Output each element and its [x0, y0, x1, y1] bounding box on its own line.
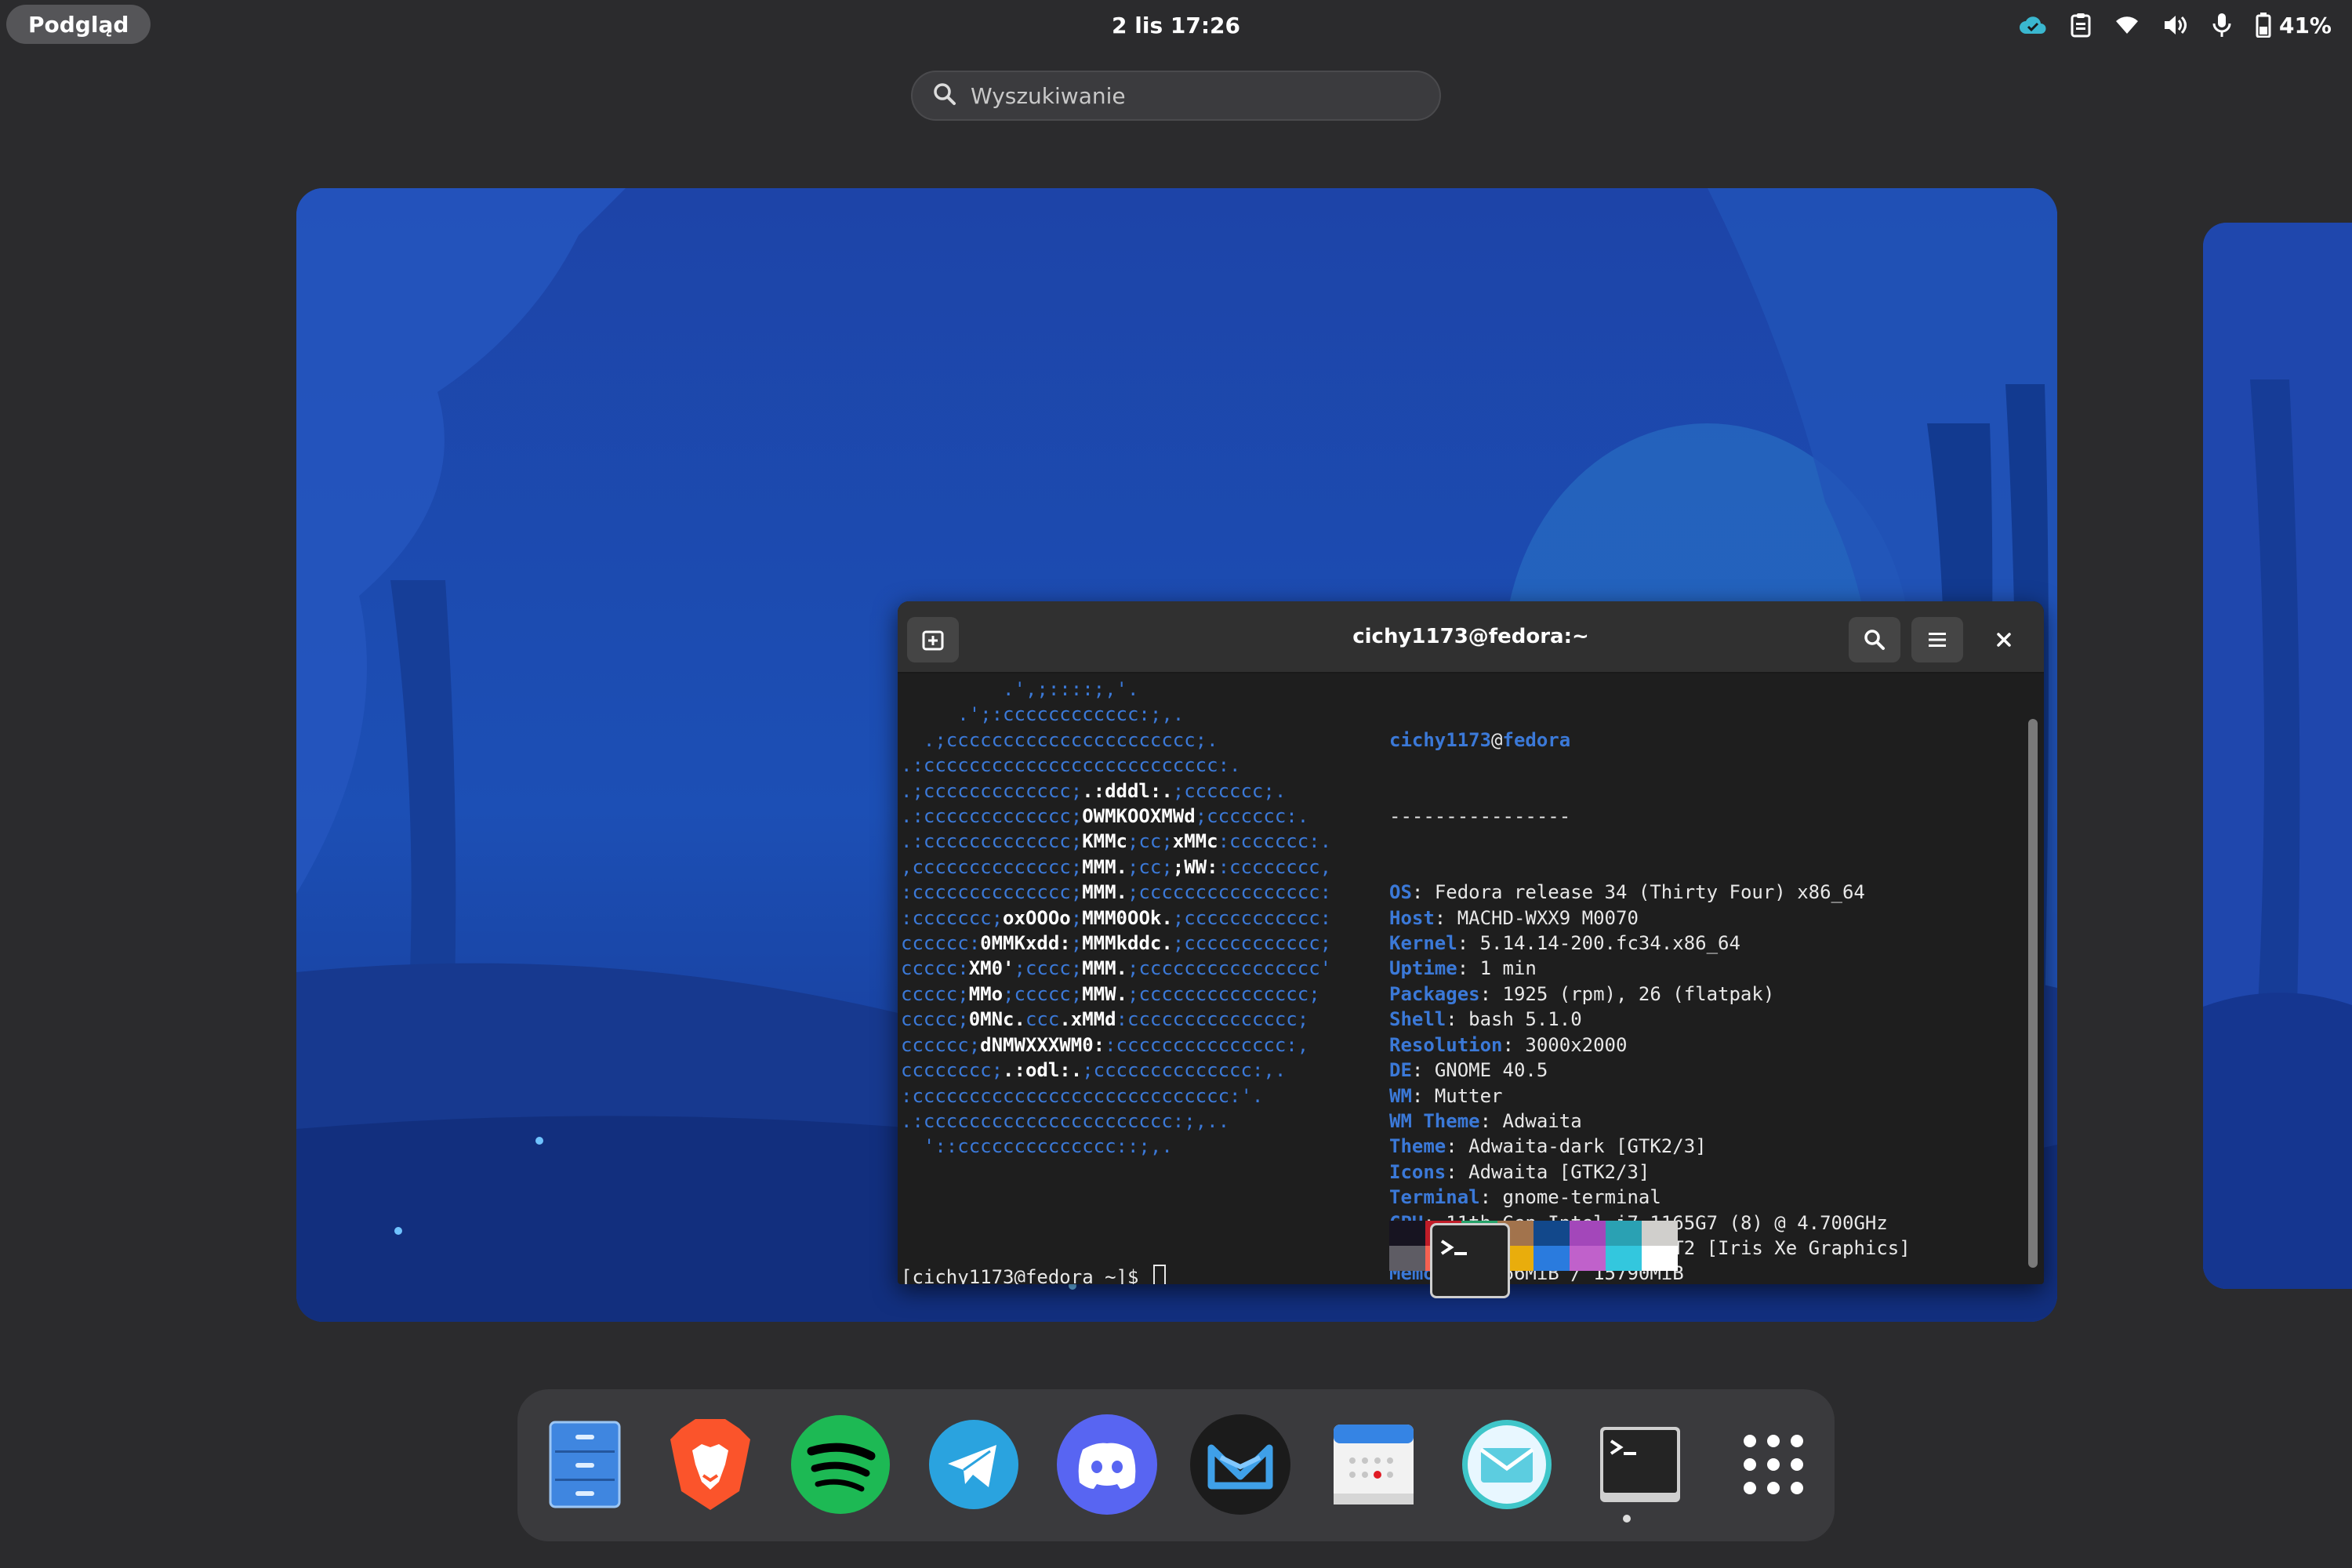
logo-line: :cccccccccccccc;MMM.;cccccccccccccccc:	[901, 881, 1332, 904]
info-line: WM Theme: Adwaita	[1389, 1109, 1582, 1132]
logo-line: ccccc;MMo;ccccc;MMW.;ccccccccccccccc;	[901, 982, 1320, 1005]
info-line: Terminal: gnome-terminal	[1389, 1186, 1661, 1209]
info-line: DE: GNOME 40.5	[1389, 1059, 1548, 1082]
text-cursor	[1152, 1265, 1166, 1284]
info-line: Kernel: 5.14.14-200.fc34.x86_64	[1389, 932, 1740, 955]
wifi-icon[interactable]	[2114, 15, 2140, 35]
logo-line: :ccccccc;oxOOOo;MMM0OOk.;cccccccccccc:	[901, 906, 1332, 929]
wallpaper	[2203, 223, 2352, 1289]
workspace-thumbnail[interactable]: cichy1173@fedora:~ .',;::::;,'. .';:cccc…	[296, 188, 2057, 1322]
logo-line: .';:cccccccccccc:;,.	[901, 703, 1185, 726]
info-line: Resolution: 3000x2000	[1389, 1033, 1628, 1056]
new-tab-icon	[922, 630, 944, 651]
logo-line: '::cccccccccccccc::;,.	[901, 1135, 1173, 1158]
cloud-check-icon[interactable]	[2019, 15, 2047, 35]
dash-dock	[517, 1389, 1835, 1541]
scrollbar[interactable]	[2028, 719, 2038, 1268]
info-line: Uptime: 1 min	[1389, 957, 1537, 980]
color-swatch	[1534, 1221, 1570, 1246]
logo-line: .:cccccccccccccccccccccc:;,..	[901, 1109, 1230, 1132]
info-line: Icons: Adwaita [GTK2/3]	[1389, 1160, 1650, 1183]
color-swatch	[1606, 1246, 1642, 1271]
close-icon	[1997, 633, 2011, 647]
brave-icon[interactable]	[657, 1411, 764, 1518]
color-swatch	[1642, 1221, 1678, 1246]
terminal-headerbar[interactable]: cichy1173@fedora:~	[898, 601, 2044, 673]
system-info: cichy1173@fedora ---------------- OS: Fe…	[1389, 677, 1911, 1284]
search-input[interactable]: Wyszukiwanie	[911, 71, 1441, 121]
logo-line: .;ccccccccccccc;.:dddl:.;ccccccc;.	[901, 779, 1287, 802]
top-bar: Podgląd 2 lis 17:26 41%	[0, 0, 2352, 50]
battery-percentage: 41%	[2278, 12, 2332, 38]
fedora-ascii-logo: .',;::::;,'. .';:cccccccccccc:;,. .;cccc…	[901, 677, 1331, 1160]
activities-button[interactable]: Podgląd	[6, 5, 151, 44]
logo-line: :cccccccccccccccccccccccccccc:'.	[901, 1084, 1264, 1107]
info-line: Theme: Adwaita-dark [GTK2/3]	[1389, 1135, 1707, 1158]
logo-line: ccccc:XM0';cccc;MMM.;cccccccccccccccc'	[901, 957, 1332, 980]
mail-icon[interactable]	[1454, 1411, 1560, 1518]
terminal-window[interactable]: cichy1173@fedora:~ .',;::::;,'. .';:cccc…	[898, 601, 2044, 1284]
terminal-icon	[1440, 1240, 1467, 1255]
logo-line: .;cccccccccccccccccccccc;.	[901, 728, 1218, 751]
spotify-icon[interactable]	[787, 1411, 894, 1518]
clock[interactable]: 2 lis 17:26	[1019, 0, 1333, 50]
color-swatch	[1570, 1221, 1606, 1246]
separator-line: ----------------	[1389, 805, 1571, 828]
battery-indicator[interactable]: 41%	[2256, 13, 2332, 38]
terminal-title: cichy1173@fedora:~	[1352, 625, 1589, 648]
files-icon[interactable]	[532, 1411, 638, 1518]
clipboard-icon[interactable]	[2071, 13, 2091, 38]
volume-icon[interactable]	[2163, 14, 2188, 36]
mailspring-icon[interactable]	[1187, 1411, 1294, 1518]
window-app-icon	[1430, 1223, 1510, 1298]
logo-line: ,cccccccccccccc;MMM.;cc;;WW::cccccccc,	[901, 855, 1332, 878]
search-button[interactable]	[1849, 617, 1900, 662]
hamburger-menu-icon	[1929, 633, 1946, 647]
logo-line: .',;::::;,'.	[901, 678, 1139, 700]
calendar-icon[interactable]	[1320, 1411, 1427, 1518]
terminal-content[interactable]: .',;::::;,'. .';:cccccccccccc:;,. .;cccc…	[898, 673, 2027, 1284]
color-swatch	[1606, 1221, 1642, 1246]
info-line: Host: MACHD-WXX9 M0070	[1389, 906, 1639, 929]
new-tab-button[interactable]	[907, 617, 959, 662]
color-swatch	[1389, 1246, 1425, 1271]
shell-prompt[interactable]: [cichy1173@fedora ~]$	[901, 1265, 1166, 1284]
menu-button[interactable]	[1911, 617, 1963, 662]
terminal-icon[interactable]	[1587, 1411, 1693, 1518]
user-host-line: cichy1173@fedora	[1389, 728, 1571, 751]
info-line: WM: Mutter	[1389, 1084, 1503, 1107]
info-line: Shell: bash 5.1.0	[1389, 1008, 1582, 1031]
running-indicator	[1623, 1515, 1631, 1523]
color-swatch	[1570, 1246, 1606, 1271]
search-icon	[933, 82, 956, 109]
search-icon	[1864, 630, 1885, 650]
search-placeholder: Wyszukiwanie	[971, 82, 1126, 109]
workspace-thumbnail-next[interactable]	[2203, 223, 2352, 1289]
close-button[interactable]	[1978, 617, 2030, 662]
logo-line: cccccc;dNMWXXXWM0::ccccccccccccccc:,	[901, 1033, 1309, 1056]
logo-line: cccccccc;.:odl:.;cccccccccccccc:,.	[901, 1059, 1287, 1082]
logo-line: ccccc;0MNc.ccc.xMMd:ccccccccccccccc;	[901, 1008, 1309, 1031]
logo-line: .:cccccccccccccccccccccccccc:.	[901, 754, 1241, 777]
color-swatch	[1642, 1246, 1678, 1271]
microphone-icon[interactable]	[2212, 13, 2232, 38]
color-swatch	[1534, 1246, 1570, 1271]
system-tray[interactable]: 41%	[2019, 0, 2332, 50]
discord-icon[interactable]	[1054, 1411, 1160, 1518]
color-swatch	[1389, 1221, 1425, 1246]
app-grid-icon[interactable]	[1720, 1411, 1827, 1518]
info-line: OS: Fedora release 34 (Thirty Four) x86_…	[1389, 881, 1865, 904]
info-line: Packages: 1925 (rpm), 26 (flatpak)	[1389, 982, 1775, 1005]
telegram-icon[interactable]	[920, 1411, 1027, 1518]
battery-icon	[2256, 13, 2271, 38]
logo-line: .:ccccccccccccc;OWMKOOXMWd;ccccccc:.	[901, 805, 1309, 828]
logo-line: .:ccccccccccccc;KMMc;cc;xMMc:ccccccc:.	[901, 830, 1332, 853]
logo-line: cccccc:0MMKxdd:;MMMkddc.;cccccccccccc;	[901, 932, 1332, 955]
